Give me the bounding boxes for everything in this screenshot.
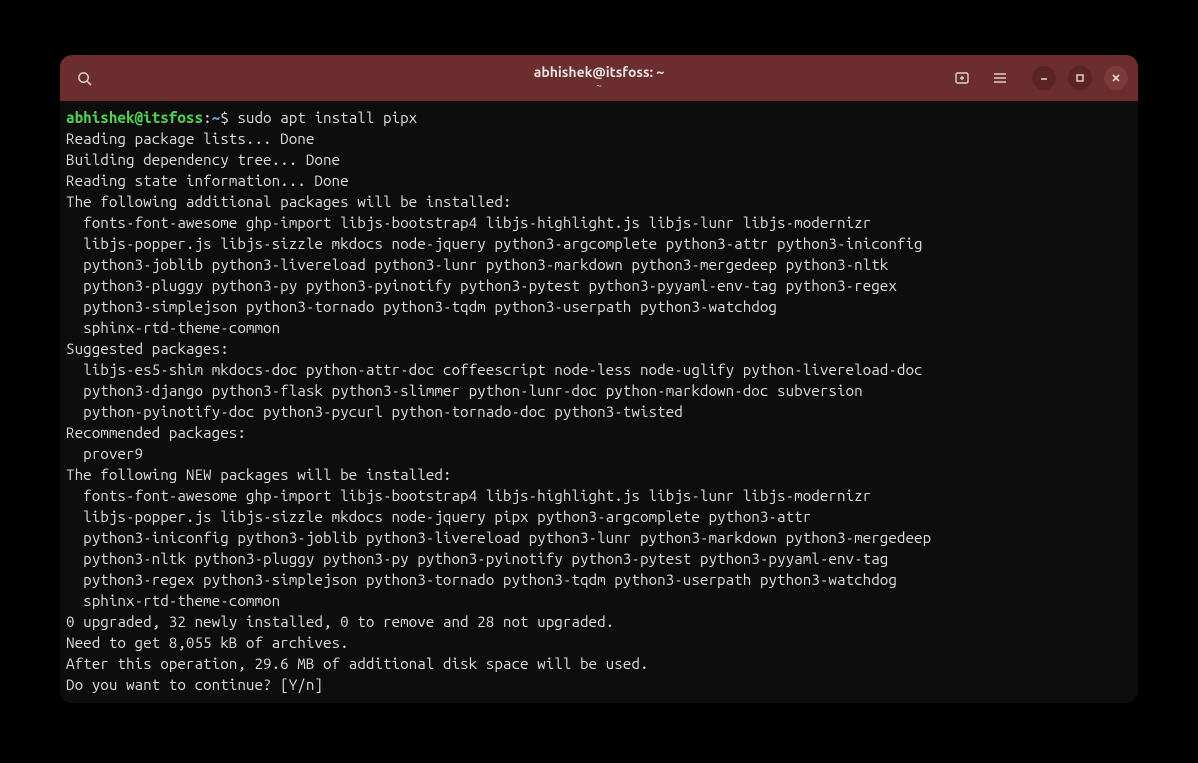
output-line: fonts-font-awesome ghp-import libjs-boot… [66, 212, 1132, 233]
search-icon [77, 71, 92, 86]
prompt-user-host: abhishek@itsfoss [66, 109, 203, 126]
output-line: Suggested packages: [66, 338, 1132, 359]
terminal-window: abhishek@itsfoss: ~ ~ [60, 55, 1138, 703]
titlebar-right [950, 66, 1128, 90]
search-button[interactable] [70, 64, 98, 92]
output-line: python3-nltk python3-pluggy python3-py p… [66, 548, 1132, 569]
close-icon [1111, 73, 1121, 83]
minimize-button[interactable] [1032, 66, 1056, 90]
window-title-text: abhishek@itsfoss: ~ [534, 65, 665, 80]
output-line: python3-joblib python3-livereload python… [66, 254, 1132, 275]
window-title: abhishek@itsfoss: ~ ~ [534, 65, 665, 91]
output-line: python-pyinotify-doc python3-pycurl pyth… [66, 401, 1132, 422]
titlebar: abhishek@itsfoss: ~ ~ [60, 55, 1138, 101]
maximize-button[interactable] [1068, 66, 1092, 90]
output-line: libjs-es5-shim mkdocs-doc python-attr-do… [66, 359, 1132, 380]
output-line: python3-pluggy python3-py python3-pyinot… [66, 275, 1132, 296]
prompt-sep1: : [203, 109, 212, 126]
hamburger-icon [993, 71, 1007, 85]
window-subtitle: ~ [534, 80, 665, 91]
output-line: Need to get 8,055 kB of archives. [66, 632, 1132, 653]
output-line: Reading state information... Done [66, 170, 1132, 191]
output-line: python3-django python3-flask python3-sli… [66, 380, 1132, 401]
menu-button[interactable] [988, 66, 1012, 90]
prompt-line: abhishek@itsfoss:~$ sudo apt install pip… [66, 107, 1132, 128]
output-line: python3-iniconfig python3-joblib python3… [66, 527, 1132, 548]
output-line: The following additional packages will b… [66, 191, 1132, 212]
output-line: 0 upgraded, 32 newly installed, 0 to rem… [66, 611, 1132, 632]
output-line: After this operation, 29.6 MB of additio… [66, 653, 1132, 674]
output-line: Building dependency tree... Done [66, 149, 1132, 170]
new-tab-icon [954, 70, 970, 86]
output-line: sphinx-rtd-theme-common [66, 590, 1132, 611]
output-line: fonts-font-awesome ghp-import libjs-boot… [66, 485, 1132, 506]
close-button[interactable] [1104, 66, 1128, 90]
prompt-path: ~ [212, 109, 221, 126]
output-line: python3-regex python3-simplejson python3… [66, 569, 1132, 590]
output-line: Reading package lists... Done [66, 128, 1132, 149]
output-line: sphinx-rtd-theme-common [66, 317, 1132, 338]
new-tab-button[interactable] [950, 66, 974, 90]
minimize-icon [1039, 73, 1049, 83]
prompt-sep2: $ [220, 109, 237, 126]
output-line: libjs-popper.js libjs-sizzle mkdocs node… [66, 506, 1132, 527]
output-line: The following NEW packages will be insta… [66, 464, 1132, 485]
output-line: prover9 [66, 443, 1132, 464]
output-line: libjs-popper.js libjs-sizzle mkdocs node… [66, 233, 1132, 254]
continue-prompt: Do you want to continue? [Y/n] [66, 674, 1132, 695]
output-line: Recommended packages: [66, 422, 1132, 443]
terminal-output[interactable]: abhishek@itsfoss:~$ sudo apt install pip… [60, 101, 1138, 701]
window-controls [1032, 66, 1128, 90]
command-text: sudo apt install pipx [237, 109, 417, 126]
output-line: python3-simplejson python3-tornado pytho… [66, 296, 1132, 317]
maximize-icon [1075, 73, 1085, 83]
